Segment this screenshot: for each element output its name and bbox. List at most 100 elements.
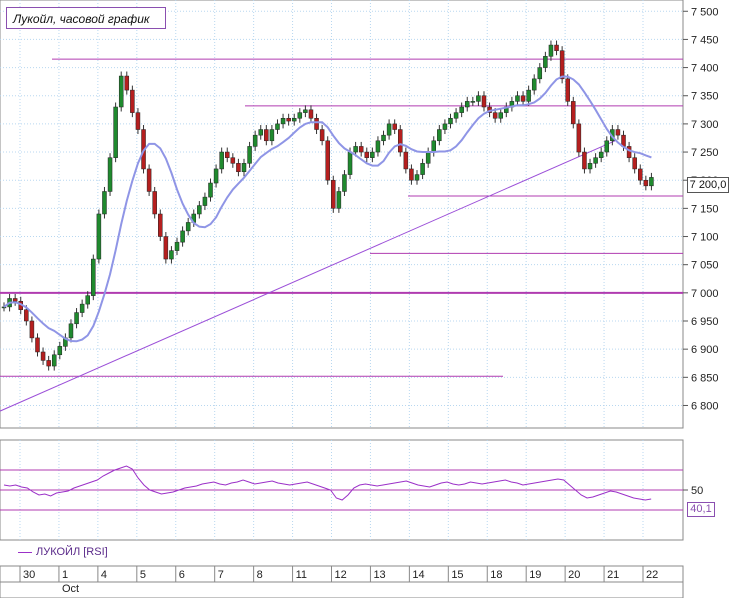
y-tick-label: 6 900 [691,344,719,356]
candle-body [632,157,637,170]
y-tick-label: 7 250 [691,147,719,159]
candle-body [403,151,409,170]
candle-body [230,157,236,164]
y-tick-label: 6 800 [691,400,719,412]
x-tick-label: 14 [412,569,424,581]
candle-body [35,337,40,353]
candle-body [537,67,543,80]
candle-body [185,222,191,232]
candle-body [587,163,593,170]
y-tick-label: 7 350 [691,91,719,103]
candle-body [615,129,621,136]
candle-body [515,95,520,102]
candle-body [303,109,308,113]
x-tick-label: 22 [646,569,658,581]
candle-body [264,129,269,142]
candle-body [241,163,247,173]
candle-body [409,168,414,181]
candle-body [12,298,18,302]
candle-body [102,191,107,215]
candle-body [280,118,286,125]
candle-body [437,129,442,142]
y-tick-label: 6 850 [691,372,719,384]
candle-body [370,151,375,158]
y-tick-label: 7 450 [691,34,719,46]
candle-body [46,360,51,367]
x-tick-label: 18 [490,569,502,581]
candle-body [582,151,587,170]
candle-body [208,182,213,198]
candle-body [314,118,319,130]
candle-body [598,151,604,158]
candle-body [258,129,263,136]
candle-body [453,112,459,119]
candle-body [79,303,85,313]
candle-body [492,112,498,119]
x-tick-label: 13 [373,569,385,581]
candle-body [224,151,230,158]
candle-body [398,129,403,153]
candle-body [286,118,291,122]
candle-body [158,213,163,237]
y-tick-label: 6 950 [691,316,719,328]
x-tick-label: 7 [218,569,224,581]
candle-body [498,112,503,119]
rsi-value-label: 40,1 [687,502,715,517]
price-chart: 50 6 800 6 850 6 900 6 950 7 000 7 050 7 100 7 … [0,0,719,598]
legend-swatch [18,551,32,553]
candle-body [464,101,470,108]
candle-body [152,191,157,215]
candle-body [174,241,180,251]
candle-body [420,163,425,175]
candle-body [626,146,632,158]
candle-body [576,123,582,153]
candle-body [604,140,610,153]
candle-body [358,146,364,153]
candle-body [91,258,96,296]
legend-label: ЛУКОЙЛ [RSI] [36,546,108,558]
candle-body [297,112,303,119]
x-tick-label: 20 [568,569,580,581]
x-tick-label: 21 [607,569,619,581]
x-tick-label: 11 [296,569,307,581]
candle-body [135,112,141,130]
candle-body [347,151,353,175]
candle-body [392,123,397,130]
candle-body [531,78,537,91]
y-tick-label: 7 050 [691,260,719,272]
x-tick-label: 19 [529,569,541,581]
candle-body [381,134,386,142]
candle-body [169,250,174,260]
x-month-label: Oct [62,583,79,595]
candle-body [559,50,565,80]
candle-body [40,351,46,361]
candle-body [68,323,74,339]
candle-body [113,106,118,158]
candle-body [107,157,113,192]
candle-body [520,95,526,102]
candle-body [85,295,90,305]
candle-body [414,174,420,181]
candle-body [197,205,202,215]
legend: ЛУКОЙЛ [RSI] [18,546,108,558]
candle-body [476,95,481,102]
y-tick-label: 7 000 [691,288,719,300]
candle-body [331,179,336,209]
candle-body [308,109,314,119]
candle-body [649,177,654,187]
x-tick-label: 4 [101,569,107,581]
y-tick-label: 7 400 [691,63,719,75]
candle-body [386,123,392,136]
candle-body [364,151,370,158]
y-tick-label: 7 100 [691,232,719,244]
candle-body [146,168,152,192]
candle-body [459,106,464,113]
candle-body [448,118,453,125]
candle-body [548,44,554,57]
candle-body [213,168,219,184]
candle-body [643,179,649,187]
candle-body [247,146,252,164]
candle-body [124,75,130,91]
x-tick-label: 1 [62,569,68,581]
candle-body [571,101,576,125]
